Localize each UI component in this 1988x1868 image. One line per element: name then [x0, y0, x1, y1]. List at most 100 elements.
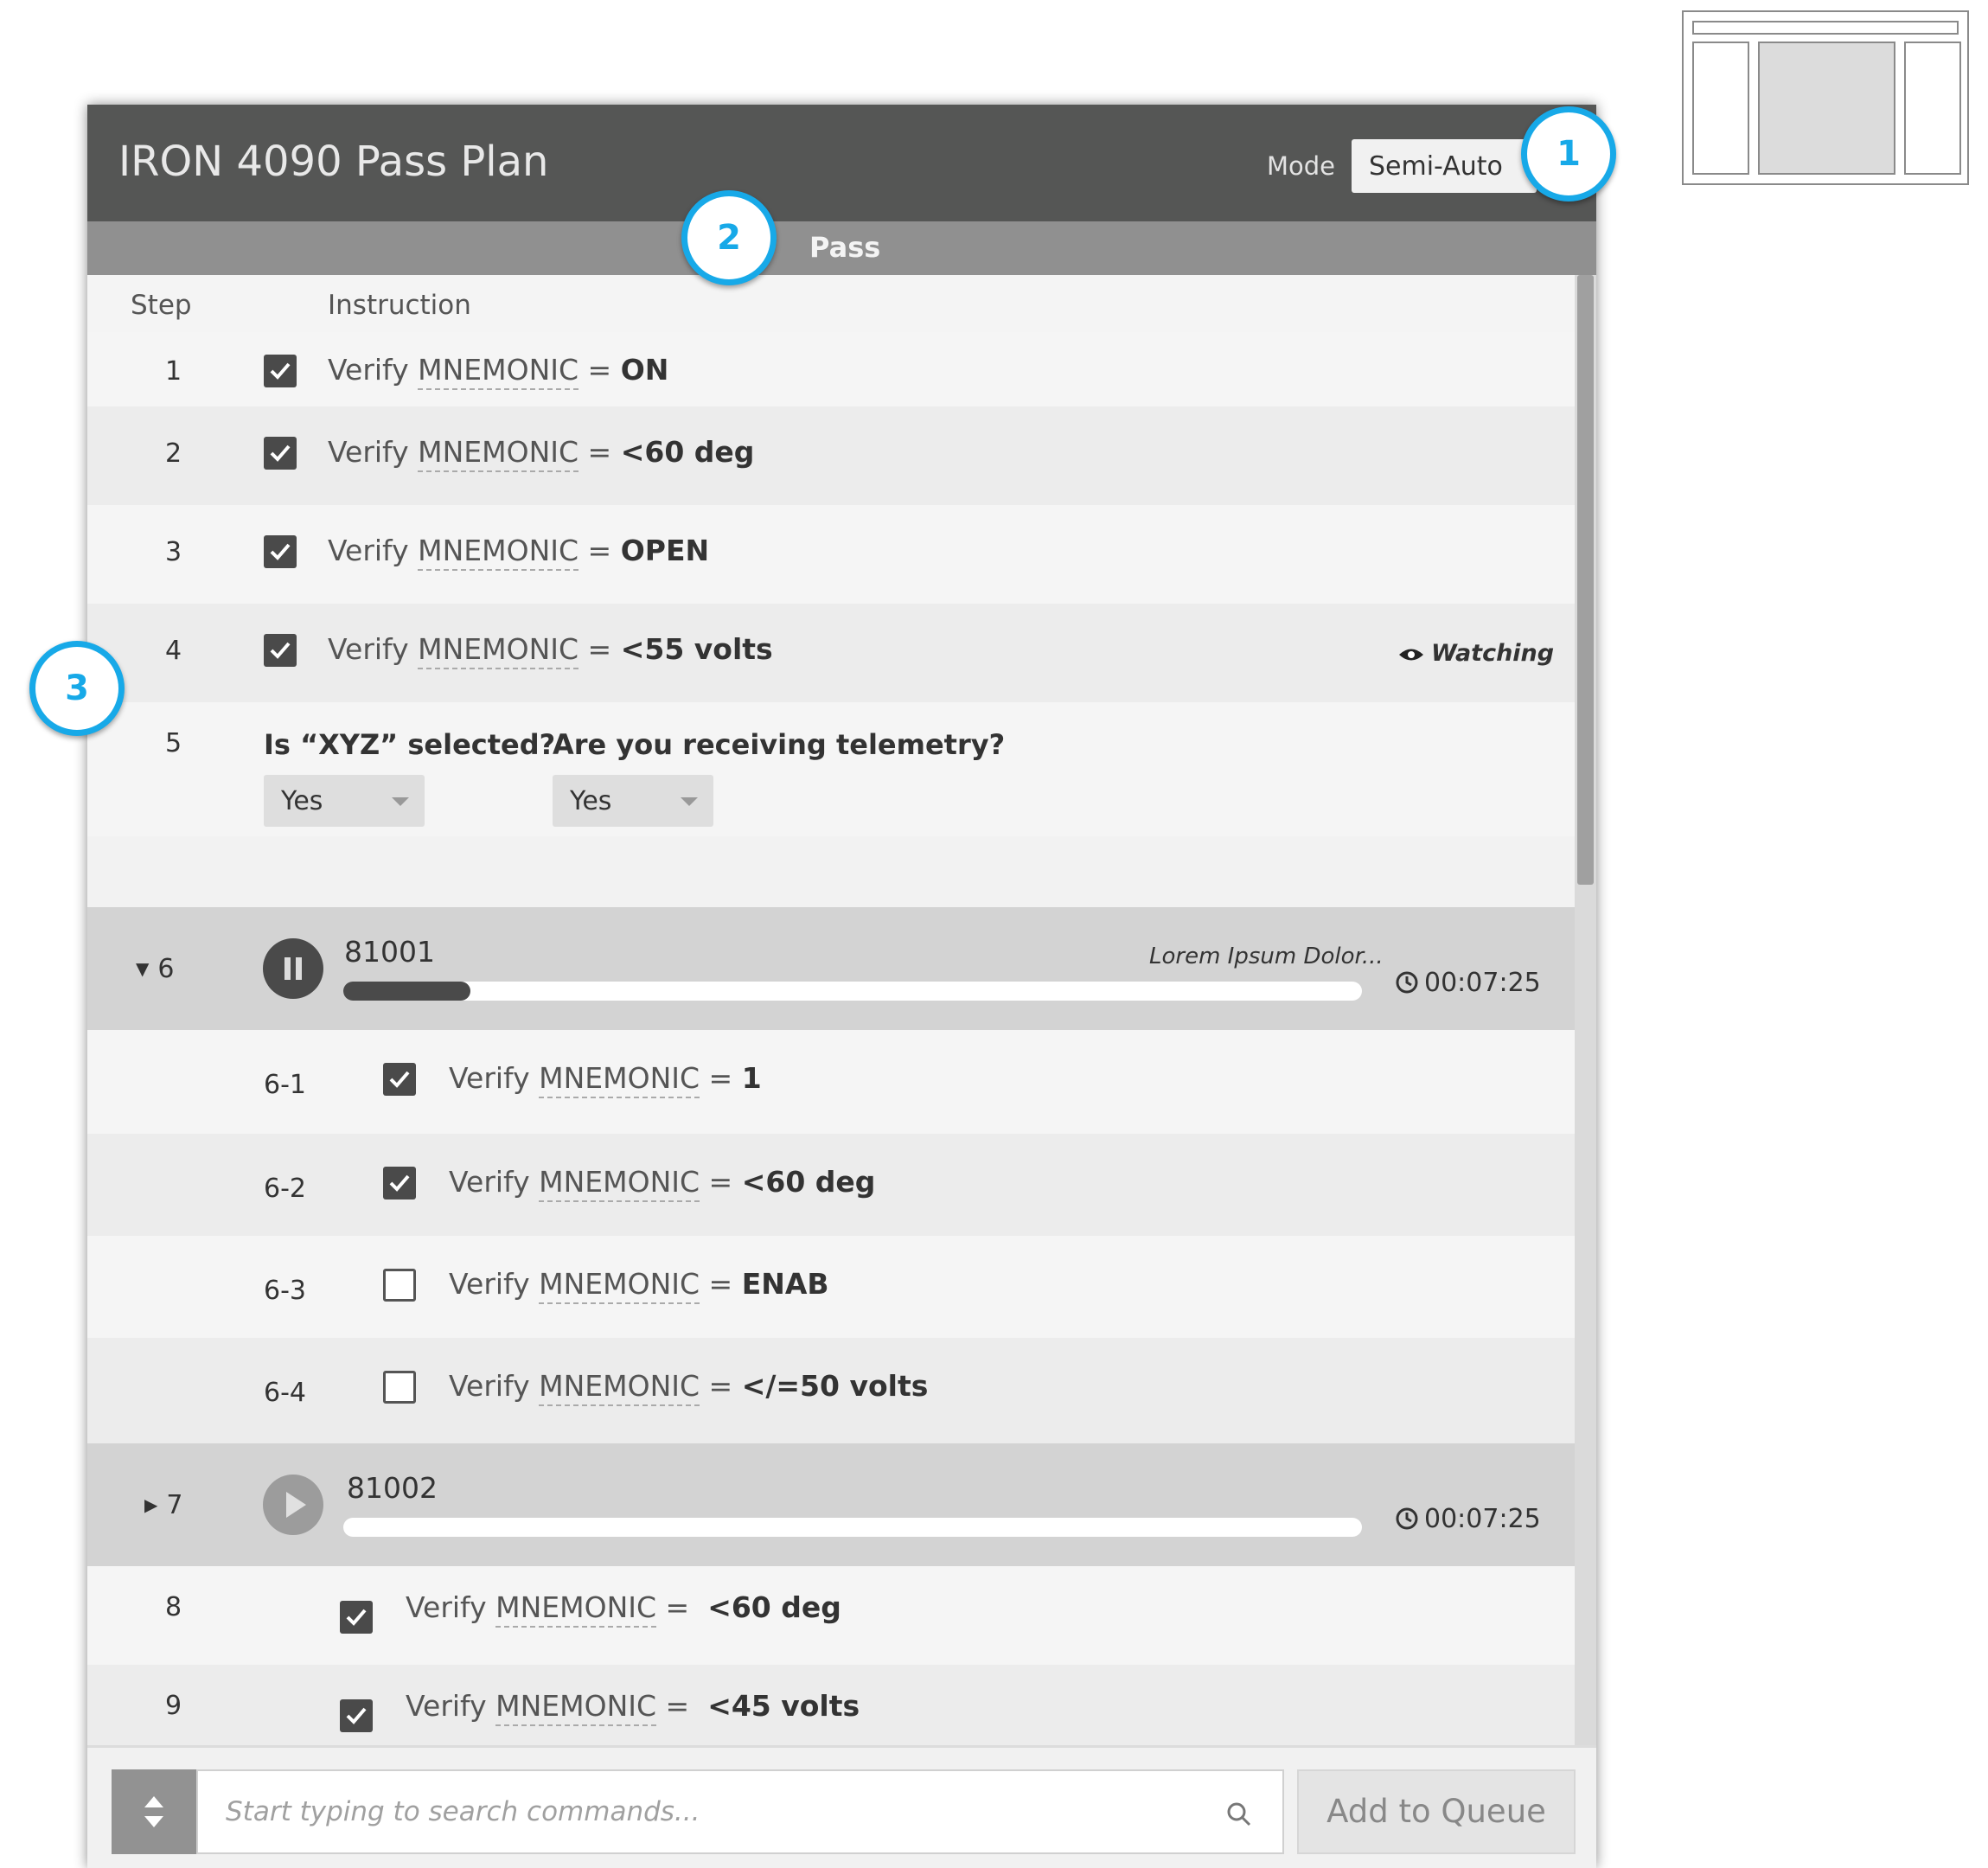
procedure-timer: 00:07:25	[1395, 968, 1541, 998]
substep-checkbox[interactable]	[383, 1063, 416, 1096]
substep-row-6-2: 6-2 Verify MNEMONIC = <60 deg	[87, 1134, 1575, 1236]
expected-value: OPEN	[620, 534, 710, 567]
mnemonic-link[interactable]: MNEMONIC	[418, 632, 579, 669]
dropdown-arrow-icon	[392, 797, 409, 806]
expand-toggle[interactable]: ▼ 6	[136, 954, 174, 984]
mnemonic-link[interactable]: MNEMONIC	[539, 1165, 700, 1202]
thumbnail-right-column	[1904, 42, 1961, 175]
step-row-4: 4 Verify MNEMONIC = <55 volts Watching	[87, 604, 1575, 702]
step-row-1: 1 Verify MNEMONIC = ON	[87, 332, 1575, 406]
step-instruction: Verify MNEMONIC = ON	[328, 353, 668, 390]
mnemonic-link[interactable]: MNEMONIC	[539, 1061, 700, 1098]
procedure-code: 81001	[344, 935, 435, 969]
scrollbar-thumb[interactable]	[1577, 275, 1594, 885]
play-icon	[286, 1492, 306, 1518]
layout-thumbnail	[1682, 10, 1969, 185]
mnemonic-link[interactable]: MNEMONIC	[539, 1369, 700, 1406]
procedure-row-7: ▶ 7 81002 00:07:25	[87, 1443, 1575, 1566]
expected-value: </=50 volts	[741, 1369, 929, 1403]
equals-sign: =	[665, 1590, 690, 1624]
verify-label: Verify	[328, 632, 409, 666]
expected-value: <60 deg	[707, 1590, 841, 1624]
equals-sign: =	[708, 1369, 733, 1403]
procedure-row-6: ▼ 6 81001 Lorem Ipsum Dolor... 00:07:25	[87, 907, 1575, 1030]
substep-number: 6-4	[264, 1378, 306, 1408]
step-checkbox[interactable]	[264, 355, 297, 387]
add-to-queue-button[interactable]: Add to Queue	[1297, 1769, 1576, 1854]
verify-label: Verify	[449, 1267, 530, 1301]
eye-icon	[1399, 649, 1423, 661]
substep-number: 6-2	[264, 1174, 306, 1204]
equals-sign: =	[587, 632, 612, 666]
procedure-timer: 00:07:25	[1395, 1504, 1541, 1534]
mnemonic-link[interactable]: MNEMONIC	[418, 435, 579, 472]
progress-bar	[343, 982, 1362, 1001]
mnemonic-link[interactable]: MNEMONIC	[495, 1590, 657, 1628]
expected-value: <60 deg	[741, 1165, 876, 1199]
step-row-3: 3 Verify MNEMONIC = OPEN	[87, 505, 1575, 604]
callout-marker: 2	[681, 190, 777, 285]
play-button[interactable]	[263, 1475, 323, 1535]
clock-icon	[1396, 971, 1418, 994]
step-checkbox[interactable]	[340, 1601, 373, 1634]
sort-toggle-button[interactable]	[112, 1769, 196, 1854]
mode-label: Mode	[1267, 151, 1336, 181]
equals-sign: =	[665, 1689, 690, 1723]
step-number: 6	[157, 954, 175, 984]
substep-checkbox[interactable]	[383, 1371, 416, 1404]
pause-button[interactable]	[263, 938, 323, 999]
equals-sign: =	[587, 435, 612, 469]
telemetry-dropdown[interactable]: Yes	[553, 775, 713, 827]
procedure-description: Lorem Ipsum Dolor...	[1149, 944, 1384, 969]
dropdown-value: Yes	[570, 786, 612, 816]
step-number: 5	[165, 728, 182, 758]
column-step-header: Step	[131, 290, 192, 321]
verify-label: Verify	[449, 1369, 530, 1403]
substep-checkbox[interactable]	[383, 1167, 416, 1199]
substep-instruction: Verify MNEMONIC = 1	[449, 1061, 762, 1098]
equals-sign: =	[708, 1267, 733, 1301]
verify-label: Verify	[328, 534, 409, 567]
clock-icon	[1396, 1507, 1418, 1530]
search-icon[interactable]	[1226, 1801, 1252, 1827]
watching-status: Watching	[1398, 640, 1554, 667]
expand-toggle[interactable]: ▶ 7	[144, 1490, 182, 1520]
step-row-2: 2 Verify MNEMONIC = <60 deg	[87, 406, 1575, 505]
step-instruction: Verify MNEMONIC = <60 deg	[328, 435, 755, 472]
substep-number: 6-1	[264, 1070, 306, 1100]
procedure-code: 81002	[347, 1471, 438, 1505]
step-row-5: 5 Is “XYZ” selected? Yes Are you receivi…	[87, 702, 1575, 836]
equals-sign: =	[587, 534, 612, 567]
step-checkbox[interactable]	[340, 1699, 373, 1732]
verify-label: Verify	[328, 435, 409, 469]
mnemonic-link[interactable]: MNEMONIC	[495, 1689, 657, 1726]
verify-label: Verify	[406, 1590, 487, 1624]
substep-instruction: Verify MNEMONIC = <60 deg	[449, 1165, 876, 1202]
dropdown-value: Yes	[281, 786, 323, 816]
pause-icon	[284, 957, 302, 980]
progress-fill	[343, 982, 471, 1001]
step-checkbox[interactable]	[264, 535, 297, 568]
substep-instruction: Verify MNEMONIC = </=50 volts	[449, 1369, 929, 1406]
xyz-selected-dropdown[interactable]: Yes	[264, 775, 425, 827]
step-instruction: Verify MNEMONIC = <45 volts	[406, 1689, 860, 1726]
step-instruction: Verify MNEMONIC = OPEN	[328, 534, 710, 571]
callout-marker: 1	[1521, 106, 1616, 202]
pass-plan-panel: IRON 4090 Pass Plan Mode Semi-Auto Pass …	[87, 105, 1596, 1868]
expected-value: ENAB	[741, 1267, 829, 1301]
question-telemetry: Are you receiving telemetry?	[553, 728, 1006, 761]
scrollbar[interactable]	[1575, 275, 1596, 1745]
substep-checkbox[interactable]	[383, 1269, 416, 1302]
step-checkbox[interactable]	[264, 634, 297, 667]
mnemonic-link[interactable]: MNEMONIC	[539, 1267, 700, 1304]
expected-value: <60 deg	[620, 435, 755, 469]
step-checkbox[interactable]	[264, 437, 297, 470]
mnemonic-link[interactable]: MNEMONIC	[418, 353, 579, 390]
mnemonic-link[interactable]: MNEMONIC	[418, 534, 579, 571]
step-row-8: 8 Verify MNEMONIC = <60 deg	[87, 1566, 1575, 1665]
step-number: 4	[165, 636, 182, 666]
command-search-input[interactable]	[224, 1795, 1222, 1828]
step-number: 1	[165, 356, 182, 387]
mode-select[interactable]: Semi-Auto	[1352, 139, 1537, 193]
step-number: 7	[166, 1490, 183, 1520]
